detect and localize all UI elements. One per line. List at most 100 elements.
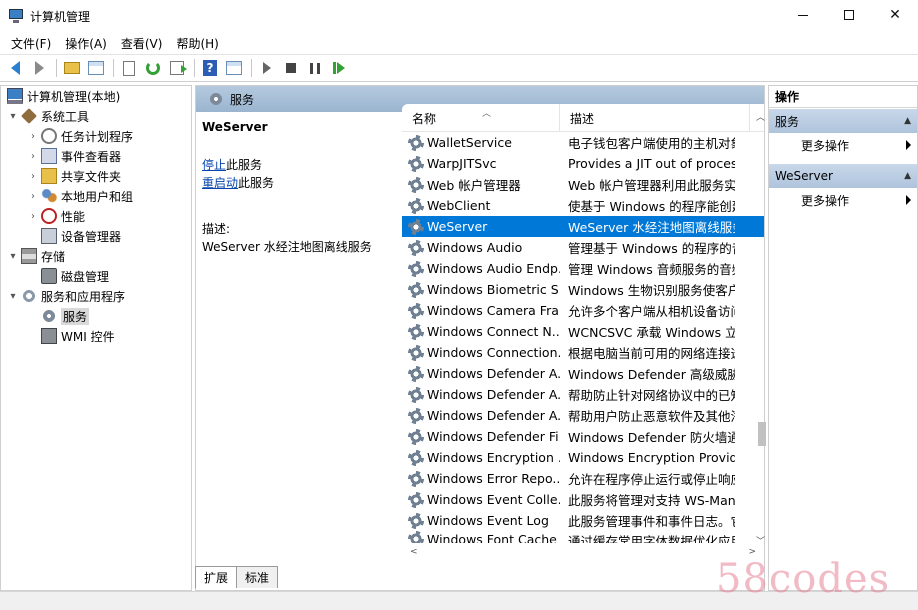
more-actions-services[interactable]: 更多操作 xyxy=(769,133,917,157)
more-actions-weserver[interactable]: 更多操作 xyxy=(769,188,917,212)
close-button[interactable]: ✕ xyxy=(872,0,918,30)
chevron-down-icon[interactable]: ▾ xyxy=(7,251,19,262)
service-name: Windows Camera Fra... xyxy=(427,303,560,318)
restart-service-link[interactable]: 重启动 xyxy=(202,176,238,190)
chevron-down-icon[interactable]: ▾ xyxy=(7,111,19,122)
title-bar: 计算机管理 ✕ xyxy=(0,0,918,32)
tree-item-device-manager[interactable]: 设备管理器 xyxy=(1,226,191,246)
service-row[interactable]: Windows Audio 管理基于 Windows 的程序的音频 xyxy=(402,237,764,258)
horizontal-scrollbar[interactable]: < > xyxy=(408,547,758,559)
up-one-level-button[interactable] xyxy=(61,57,83,79)
service-name: Windows Error Repo... xyxy=(427,471,560,486)
service-row[interactable]: Windows Defender A... 帮助用户防止恶意软件及其他潜在 xyxy=(402,405,764,426)
service-row[interactable]: Windows Camera Fra... 允许多个客户端从相机设备访问视 xyxy=(402,300,764,321)
tree-item-performance[interactable]: › 性能 xyxy=(1,206,191,226)
minimize-button[interactable] xyxy=(780,0,826,30)
collapse-icon: ▲ xyxy=(904,116,911,126)
menu-view[interactable]: 查看(V) xyxy=(114,35,170,52)
performance-icon xyxy=(41,208,57,224)
toolbar-separator xyxy=(113,59,114,77)
service-row[interactable]: Windows Connect N... WCNCSVC 承载 Windows 立… xyxy=(402,321,764,342)
help-button[interactable]: ? xyxy=(199,57,221,79)
tree-item-event-viewer[interactable]: › 事件查看器 xyxy=(1,146,191,166)
tab-standard[interactable]: 标准 xyxy=(236,566,279,588)
service-row[interactable]: WalletService 电子钱包客户端使用的主机对象 xyxy=(402,132,764,153)
menu-action[interactable]: 操作(A) xyxy=(58,35,114,52)
tree-item-services[interactable]: 服务 xyxy=(1,306,191,326)
service-row[interactable]: Windows Biometric S... Windows 生物识别服务使客户端 xyxy=(402,279,764,300)
service-row[interactable]: Windows Error Repo... 允许在程序停止运行或停止响应时 xyxy=(402,468,764,489)
back-icon xyxy=(10,61,20,75)
service-row[interactable]: Web 帐户管理器 Web 帐户管理器利用此服务实现 xyxy=(402,174,764,195)
service-row[interactable]: Windows Encryption ... Windows Encryption… xyxy=(402,447,764,468)
service-description: 帮助防止针对网络协议中的已知和 xyxy=(568,388,735,403)
tree-item-root[interactable]: 计算机管理(本地) xyxy=(1,86,191,106)
service-name-cell: Windows Error Repo... xyxy=(402,470,560,487)
service-name-cell: Windows Defender Fi... xyxy=(402,428,560,445)
service-row[interactable]: Windows Font Cache ... 通过缓存常用字体数据优化应用程 xyxy=(402,531,764,543)
tree-item-label: 共享文件夹 xyxy=(61,169,122,184)
service-row[interactable]: WarpJITSvc Provides a JIT out of process xyxy=(402,153,764,174)
chevron-right-icon[interactable]: › xyxy=(27,171,39,182)
tree-item-task-scheduler[interactable]: › 任务计划程序 xyxy=(1,126,191,146)
tree-item-shared-folders[interactable]: › 共享文件夹 xyxy=(1,166,191,186)
forward-button[interactable] xyxy=(28,57,50,79)
stop-service-link[interactable]: 停止 xyxy=(202,158,226,172)
actions-section-services[interactable]: 服务 ▲ xyxy=(769,109,917,133)
show-hide-action-pane-button[interactable] xyxy=(223,57,245,79)
tree-item-services-and-apps[interactable]: ▾ 服务和应用程序 xyxy=(1,286,191,306)
tree-item-label: WMI 控件 xyxy=(61,329,115,344)
scroll-down-icon[interactable]: ﹀ xyxy=(756,534,765,547)
service-name-cell: Windows Biometric S... xyxy=(402,281,560,298)
restart-service-button[interactable] xyxy=(328,57,350,79)
maximize-button[interactable] xyxy=(826,0,872,30)
chevron-down-icon[interactable]: ▾ xyxy=(7,291,19,302)
actions-section-title: WeServer xyxy=(775,169,833,183)
service-row[interactable]: Windows Event Colle... 此服务将管理对支持 WS-Manag… xyxy=(402,489,764,510)
column-header-description[interactable]: 描述 xyxy=(560,104,750,132)
actions-section-weserver[interactable]: WeServer ▲ xyxy=(769,164,917,188)
service-row[interactable]: WebClient 使基于 Windows 的程序能创建、 xyxy=(402,195,764,216)
users-icon xyxy=(41,188,57,204)
menu-help[interactable]: 帮助(H) xyxy=(169,35,225,52)
service-row[interactable]: Windows Event Log 此服务管理事件和事件日志。它支 xyxy=(402,510,764,531)
service-row[interactable]: WeServer WeServer 水经注地图离线服务 xyxy=(402,216,764,237)
tree-item-disk-management[interactable]: 磁盘管理 xyxy=(1,266,191,286)
stop-service-button[interactable] xyxy=(280,57,302,79)
properties-button[interactable] xyxy=(118,57,140,79)
tree-item-wmi-control[interactable]: WMI 控件 xyxy=(1,326,191,346)
service-name: Windows Font Cache ... xyxy=(427,531,560,544)
tree-item-local-users[interactable]: › 本地用户和组 xyxy=(1,186,191,206)
tree-item-label: 服务和应用程序 xyxy=(41,289,126,304)
tab-extended[interactable]: 扩展 xyxy=(195,566,238,588)
scroll-up-icon[interactable]: ︿ xyxy=(756,110,765,123)
chevron-right-icon[interactable]: › xyxy=(27,191,39,202)
start-service-button[interactable] xyxy=(256,57,278,79)
menu-file[interactable]: 文件(F) xyxy=(4,35,58,52)
refresh-button[interactable] xyxy=(142,57,164,79)
service-row[interactable]: Windows Defender Fi... Windows Defender 防… xyxy=(402,426,764,447)
service-gear-icon xyxy=(408,155,424,172)
service-name-cell: Windows Event Log xyxy=(402,512,560,529)
service-row[interactable]: Windows Defender A... Windows Defender 高级… xyxy=(402,363,764,384)
more-actions-label: 更多操作 xyxy=(801,138,850,153)
scroll-thumb[interactable] xyxy=(758,422,766,446)
show-hide-tree-button[interactable] xyxy=(85,57,107,79)
column-header-name[interactable]: 名称 xyxy=(402,104,560,132)
tree-item-storage[interactable]: ▾ 存储 xyxy=(1,246,191,266)
service-row[interactable]: Windows Connection... 根据电脑当前可用的网络连接选项 xyxy=(402,342,764,363)
service-row[interactable]: Windows Audio Endp... 管理 Windows 音频服务的音频设 xyxy=(402,258,764,279)
service-row[interactable]: Windows Defender A... 帮助防止针对网络协议中的已知和 xyxy=(402,384,764,405)
service-name: WeServer xyxy=(427,219,488,234)
back-button[interactable] xyxy=(4,57,26,79)
scroll-left-icon[interactable]: < xyxy=(410,547,418,557)
chevron-right-icon[interactable]: › xyxy=(27,131,39,142)
service-gear-icon xyxy=(408,512,424,529)
pause-service-button[interactable] xyxy=(304,57,326,79)
export-list-button[interactable] xyxy=(166,57,188,79)
chevron-right-icon[interactable]: › xyxy=(27,211,39,222)
service-name-cell: Windows Defender A... xyxy=(402,365,560,382)
chevron-right-icon[interactable]: › xyxy=(27,151,39,162)
tree-item-system-tools[interactable]: ▾ 系统工具 xyxy=(1,106,191,126)
vertical-scrollbar[interactable]: ︿ ﹀ xyxy=(756,110,766,547)
